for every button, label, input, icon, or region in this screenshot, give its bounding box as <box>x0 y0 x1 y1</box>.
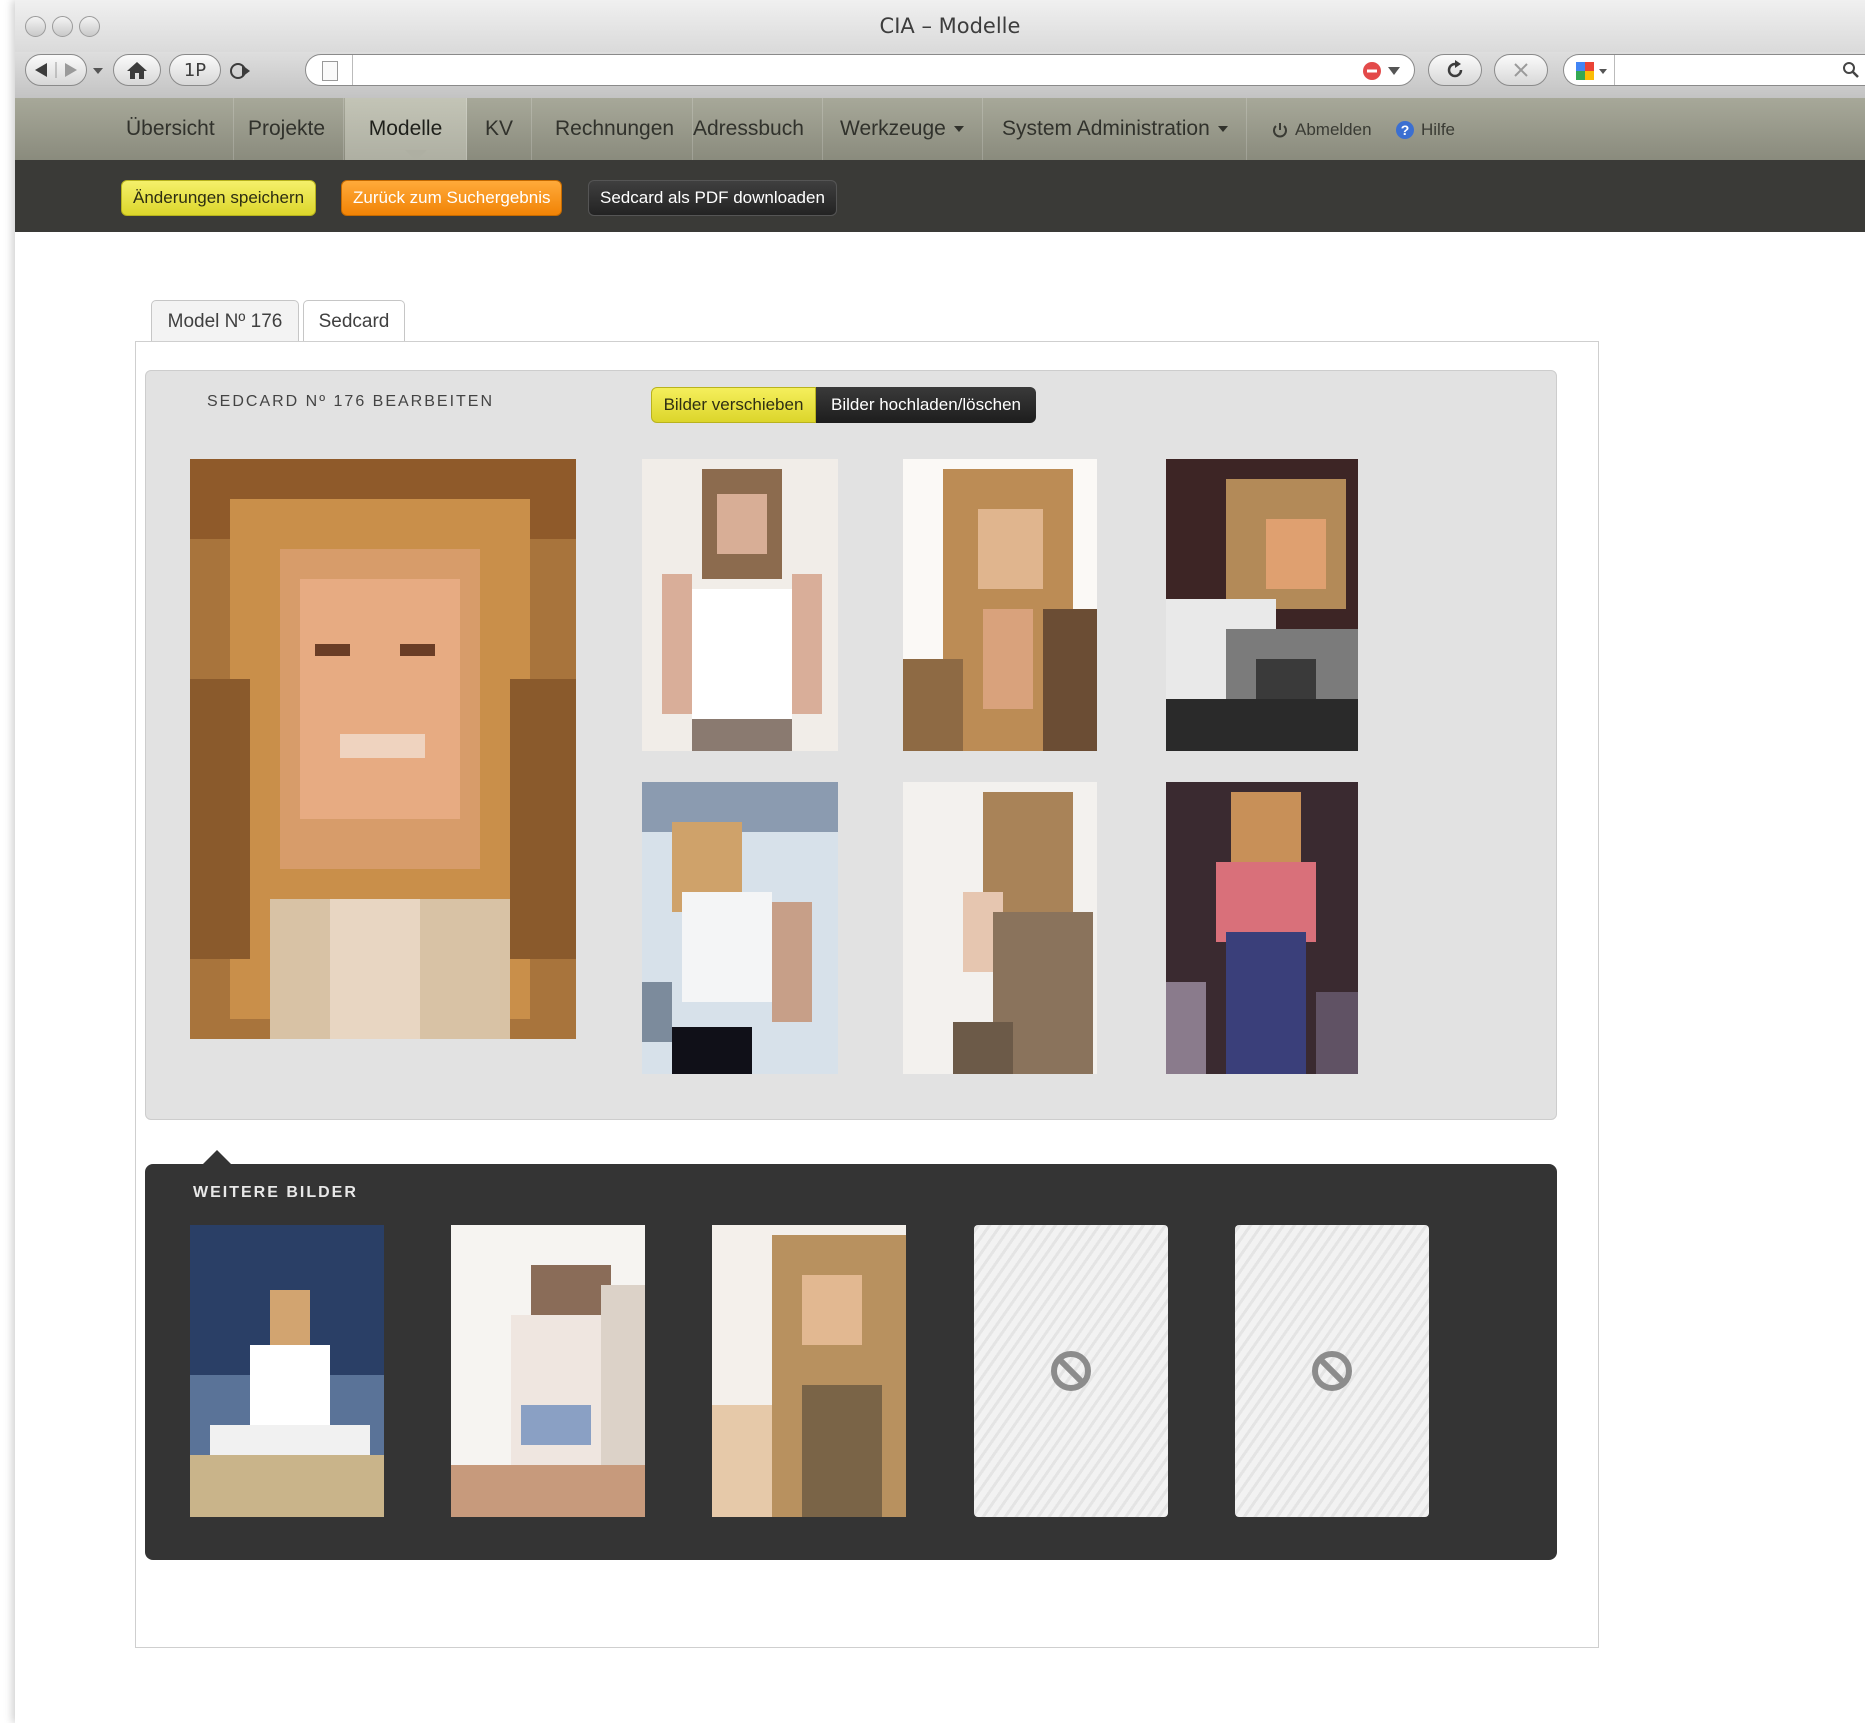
sedcard-photo-1[interactable] <box>642 459 838 751</box>
save-changes-button[interactable]: Änderungen speichern <box>121 180 317 216</box>
photo-image <box>903 459 1097 751</box>
photo-image <box>451 1225 645 1517</box>
logout-link[interactable]: Abmelden <box>1271 120 1372 140</box>
help-icon: ? <box>1396 121 1414 139</box>
nav-label: Adressbuch <box>693 117 804 140</box>
sedcard-photo-2[interactable] <box>903 459 1097 751</box>
url-dropdown-icon[interactable] <box>1388 67 1400 75</box>
back-arrow-icon <box>35 62 77 78</box>
nav-item-werkzeuge[interactable]: Werkzeuge <box>822 98 983 160</box>
sedcard-photo-5[interactable] <box>903 782 1097 1074</box>
photo-image <box>642 782 838 1074</box>
sedcard-photo-3[interactable] <box>1166 459 1358 751</box>
magnifier-icon[interactable] <box>1842 61 1860 79</box>
chevron-down-icon <box>953 126 964 132</box>
svg-text:?: ? <box>1401 122 1410 138</box>
main-nav: Übersicht Projekte Modelle KV Rechnungen… <box>15 98 1865 161</box>
search-divider <box>1614 55 1615 85</box>
photo-image <box>642 459 838 751</box>
nav-item-system-administration[interactable]: System Administration <box>984 98 1247 160</box>
nav-label: System Administration <box>1002 117 1210 140</box>
photo-image <box>1166 459 1358 751</box>
sedcard-main-photo[interactable] <box>190 459 576 1039</box>
reload-icon <box>1447 60 1463 78</box>
more-images-heading: WEITERE BILDER <box>193 1184 358 1201</box>
more-photo-2[interactable] <box>451 1225 645 1517</box>
download-pdf-button[interactable]: Sedcard als PDF downloaden <box>588 180 837 216</box>
nav-label: KV <box>485 117 514 140</box>
window-title: CIA – Modelle <box>879 14 1021 38</box>
title-bar: CIA – Modelle <box>15 0 1865 52</box>
url-divider <box>352 55 353 85</box>
photo-image <box>1166 782 1358 1074</box>
nav-label: Rechnungen <box>555 117 675 140</box>
nav-item-rechnungen[interactable]: Rechnungen <box>537 98 694 160</box>
onepassword-label: 1P <box>183 59 207 81</box>
photo-image <box>190 1225 384 1517</box>
power-icon <box>1273 123 1287 138</box>
close-icon <box>1514 63 1528 77</box>
nav-item-adressbuch[interactable]: Adressbuch <box>675 98 823 160</box>
reload-button[interactable] <box>1428 54 1482 86</box>
logout-label: Abmelden <box>1295 120 1372 139</box>
move-images-toggle[interactable]: Bilder verschieben <box>651 387 816 423</box>
portrait-image <box>190 459 576 1039</box>
onepassword-button[interactable]: 1P <box>169 54 221 86</box>
stop-button[interactable] <box>1494 54 1548 86</box>
ban-icon <box>1312 1351 1352 1391</box>
help-label: Hilfe <box>1421 120 1456 139</box>
sedcard-heading: SEDCARD Nº 176 BEARBEITEN <box>207 393 495 410</box>
photo-image <box>903 782 1097 1074</box>
tab-model[interactable]: Model Nº 176 <box>151 300 299 342</box>
nav-item-kv[interactable]: KV <box>467 98 533 160</box>
empty-image-slot-1[interactable] <box>974 1225 1168 1517</box>
sedcard-photo-6[interactable] <box>1166 782 1358 1074</box>
more-photo-1[interactable] <box>190 1225 384 1517</box>
empty-image-slot-2[interactable] <box>1235 1225 1429 1517</box>
back-forward-button[interactable] <box>25 54 87 86</box>
nav-label: Werkzeuge <box>840 117 946 140</box>
tab-sedcard[interactable]: Sedcard <box>303 300 405 343</box>
google-search-icon <box>1576 62 1607 80</box>
upload-images-toggle[interactable]: Bilder hochladen/löschen <box>816 387 1036 423</box>
home-button[interactable] <box>113 54 161 86</box>
more-panel-pointer <box>203 1150 231 1164</box>
ban-icon <box>1051 1351 1091 1391</box>
search-input[interactable] <box>1563 54 1865 86</box>
chevron-down-icon <box>1217 126 1228 132</box>
nav-label: Projekte <box>248 117 326 140</box>
nav-label: Übersicht <box>126 117 215 140</box>
back-to-results-button[interactable]: Zurück zum Suchergebnis <box>341 180 563 216</box>
help-link[interactable]: ? Hilfe <box>1395 120 1455 140</box>
page-icon <box>322 61 338 81</box>
photo-image <box>712 1225 906 1517</box>
home-icon <box>127 62 147 79</box>
nav-item-projekte[interactable]: Projekte <box>230 98 345 160</box>
nav-label: Modelle <box>368 117 443 140</box>
more-photo-3[interactable] <box>712 1225 906 1517</box>
history-dropdown-icon[interactable] <box>93 68 103 74</box>
url-input[interactable] <box>305 54 1415 86</box>
nav-item-uebersicht[interactable]: Übersicht <box>108 98 234 160</box>
stop-loading-icon[interactable] <box>1362 61 1382 81</box>
sedcard-photo-4[interactable] <box>642 782 838 1074</box>
bookmark-icon[interactable] <box>228 60 252 82</box>
